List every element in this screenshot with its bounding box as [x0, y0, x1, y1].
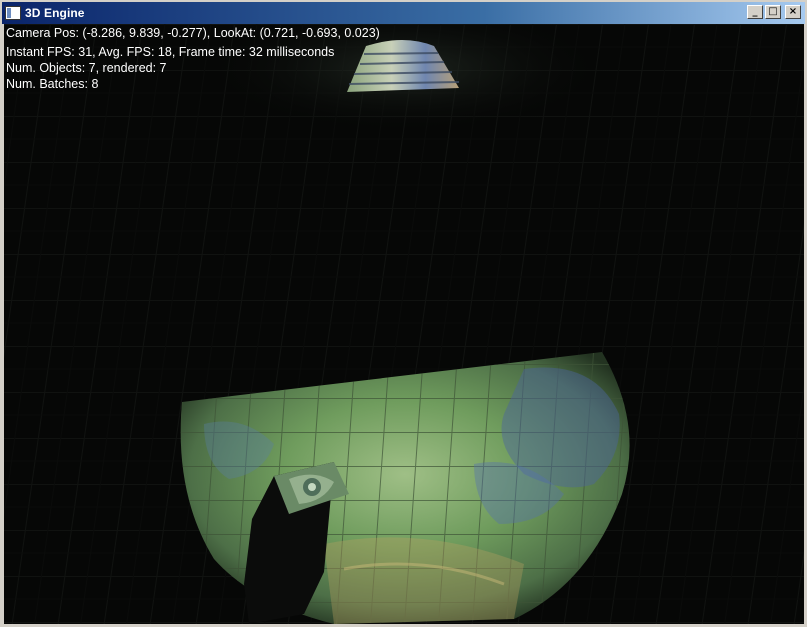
app-window-icon[interactable]: [5, 6, 21, 20]
scene-render: [4, 24, 804, 624]
debug-overlay: Camera Pos: (-8.286, 9.839, -0.277), Loo…: [6, 25, 380, 92]
close-button[interactable]: ×: [785, 5, 801, 19]
batches-info: Num. Batches: 8: [6, 77, 99, 91]
fps-info: Instant FPS: 31, Avg. FPS: 18, Frame tim…: [6, 45, 335, 59]
window-title: 3D Engine: [25, 6, 85, 20]
app-window: 3D Engine _ □ × Camera Pos: (-8.286, 9.8…: [0, 0, 807, 627]
render-viewport[interactable]: Camera Pos: (-8.286, 9.839, -0.277), Loo…: [4, 24, 804, 624]
caption-buttons: _ □ ×: [747, 5, 801, 19]
objects-info: Num. Objects: 7, rendered: 7: [6, 61, 167, 75]
camera-info: Camera Pos: (-8.286, 9.839, -0.277), Loo…: [6, 26, 380, 40]
maximize-button[interactable]: □: [765, 5, 781, 19]
title-bar[interactable]: 3D Engine _ □ ×: [2, 2, 805, 24]
minimize-button[interactable]: _: [747, 5, 763, 19]
